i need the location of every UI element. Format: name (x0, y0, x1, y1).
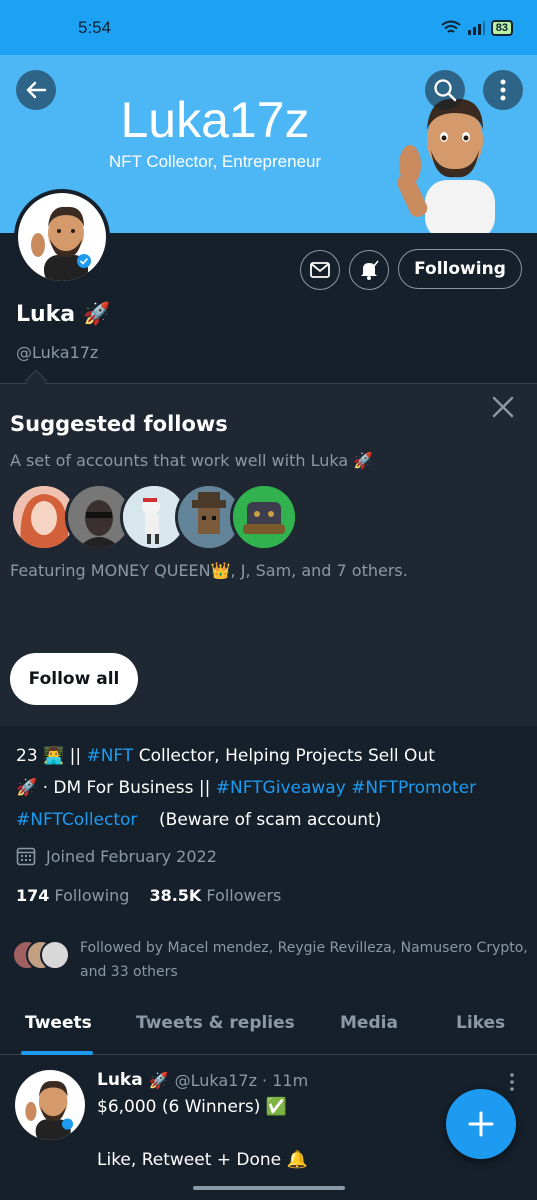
search-button[interactable] (425, 70, 465, 110)
mini-avatar (40, 940, 70, 970)
tweet-more-button[interactable] (502, 1072, 522, 1092)
profile-name: Luka 🚀 (16, 302, 111, 327)
more-options-button[interactable] (483, 70, 523, 110)
followers-count-link[interactable]: 38.5K Followers (149, 886, 281, 905)
compose-plus-icon (468, 1111, 494, 1137)
avatar-image (31, 206, 91, 281)
name-emoji: 🚀 (83, 302, 111, 327)
follow-all-button[interactable]: Follow all (10, 653, 138, 705)
active-tab-indicator (21, 1051, 93, 1055)
joined-date: Joined February 2022 (16, 846, 217, 866)
tweet-header: Luka 🚀 @Luka17z · 11m (97, 1070, 308, 1090)
back-button[interactable] (16, 70, 56, 110)
profile-tabs: Tweets Tweets & replies Media Likes (0, 1000, 537, 1055)
following-count-link[interactable]: 174 Following (16, 886, 129, 905)
suggested-facepile[interactable] (10, 483, 298, 551)
followed-by-text: Followed by Macel mendez, Reygie Reville… (80, 940, 528, 980)
suggested-title: Suggested follows (10, 412, 228, 436)
message-button[interactable] (300, 250, 340, 290)
suggested-subtitle: A set of accounts that work well with Lu… (10, 451, 374, 470)
tweet-author[interactable]: Luka (97, 1070, 143, 1090)
close-icon (492, 396, 514, 418)
tab-media[interactable]: Media (340, 1013, 398, 1033)
profile-handle: @Luka17z (16, 343, 99, 362)
tweet-meta: @Luka17z · 11m (174, 1070, 309, 1090)
home-indicator[interactable] (193, 1186, 345, 1190)
suggested-avatar (230, 483, 298, 551)
followed-by[interactable]: Followed by Macel mendez, Reygie Reville… (12, 936, 532, 984)
signal-icon (467, 20, 485, 35)
calendar-icon (16, 847, 36, 866)
tweet-text-line: $6,000 (6 Winners) ✅ (97, 1097, 287, 1117)
tab-likes[interactable]: Likes (456, 1013, 505, 1033)
tab-tweets[interactable]: Tweets (25, 1013, 92, 1033)
hashtag-link[interactable]: #NFTCollector (16, 810, 137, 830)
tweet-avatar[interactable] (15, 1070, 85, 1140)
suggested-featuring: Featuring MONEY QUEEN👑, J, Sam, and 7 ot… (10, 561, 408, 580)
avatar-image (25, 1081, 74, 1140)
followed-by-avatars (12, 936, 72, 972)
wifi-icon (441, 20, 461, 33)
following-button[interactable]: Following (398, 249, 522, 289)
follow-stats: 174 Following 38.5K Followers (16, 886, 281, 905)
profile-avatar[interactable] (14, 189, 110, 285)
banner-tagline: NFT Collector, Entrepreneur (108, 152, 322, 171)
tweet-author-emoji: 🚀 (148, 1070, 169, 1090)
banner-title: Luka17z (120, 92, 310, 148)
status-time: 5:54 (78, 17, 112, 37)
hashtag-link[interactable]: #NFT (86, 746, 133, 766)
tab-tweets-replies[interactable]: Tweets & replies (136, 1013, 295, 1033)
profile-bio: 23 👨‍💻 || #NFT Collector, Helping Projec… (16, 746, 477, 830)
suggested-follows-card: Suggested follows A set of accounts that… (0, 383, 537, 726)
search-icon (434, 79, 457, 102)
hashtag-link[interactable]: #NFTPromoter (351, 778, 476, 798)
tweet-text-line: Like, Retweet + Done 🔔 (97, 1150, 308, 1170)
back-arrow-icon (26, 81, 47, 99)
hashtag-link[interactable]: #NFTGiveaway (216, 778, 346, 798)
compose-tweet-button[interactable] (446, 1089, 516, 1159)
bell-icon (361, 260, 379, 280)
battery-indicator: 83 (490, 19, 513, 36)
dismiss-suggestions-button[interactable] (490, 394, 516, 420)
more-vertical-icon (500, 79, 506, 101)
notifications-button[interactable] (349, 250, 389, 290)
mail-icon (310, 262, 330, 278)
display-name: Luka (16, 302, 76, 327)
status-bar: 5:54 83 (0, 0, 537, 55)
more-vertical-icon (510, 1073, 514, 1091)
